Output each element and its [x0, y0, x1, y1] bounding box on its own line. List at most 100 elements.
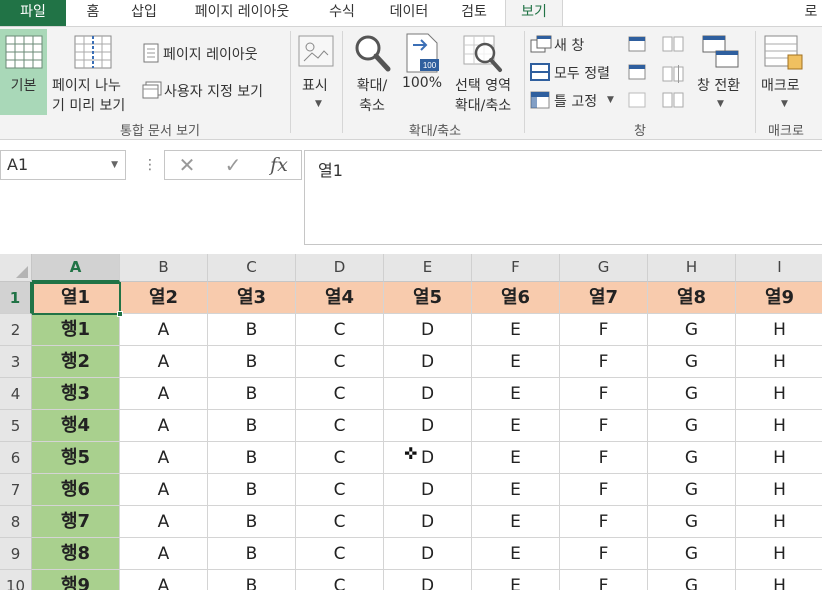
cell-g5[interactable]: F	[560, 410, 648, 442]
cell-a9[interactable]: 행8	[32, 538, 120, 570]
arrange-all-label[interactable]: 모두 정렬	[554, 63, 610, 83]
cell-a3[interactable]: 행2	[32, 346, 120, 378]
cell-g10[interactable]: F	[560, 570, 648, 590]
cell-d5[interactable]: C	[296, 410, 384, 442]
cell-c1[interactable]: 열3	[208, 282, 296, 314]
hide-window-icon[interactable]	[628, 64, 646, 80]
formula-bar-resize-handle-icon[interactable]: ⋮	[143, 154, 157, 176]
tab-insert[interactable]: 삽입	[123, 0, 165, 26]
cell-c5[interactable]: B	[208, 410, 296, 442]
cell-d2[interactable]: C	[296, 314, 384, 346]
column-header-f[interactable]: F	[472, 254, 560, 282]
cell-e1[interactable]: 열5	[384, 282, 472, 314]
cell-h5[interactable]: G	[648, 410, 736, 442]
cell-a1[interactable]: 열1	[32, 282, 120, 314]
enter-check-icon[interactable]: ✓	[215, 151, 251, 179]
tab-file[interactable]: 파일	[0, 0, 66, 26]
cell-i4[interactable]: H	[736, 378, 822, 410]
cell-f3[interactable]: E	[472, 346, 560, 378]
cell-f9[interactable]: E	[472, 538, 560, 570]
cell-e5[interactable]: D	[384, 410, 472, 442]
column-header-c[interactable]: C	[208, 254, 296, 282]
cell-d9[interactable]: C	[296, 538, 384, 570]
cell-b5[interactable]: A	[120, 410, 208, 442]
cell-b3[interactable]: A	[120, 346, 208, 378]
cell-c6[interactable]: B	[208, 442, 296, 474]
arrange-all-icon[interactable]	[530, 63, 550, 81]
freeze-panes-icon[interactable]	[530, 91, 550, 109]
tab-review[interactable]: 검토	[452, 0, 496, 26]
cell-a7[interactable]: 행6	[32, 474, 120, 506]
zoom-100-label[interactable]: 100%	[400, 75, 444, 91]
show-label[interactable]: 표시	[302, 75, 328, 95]
cell-i2[interactable]: H	[736, 314, 822, 346]
cell-e4[interactable]: D	[384, 378, 472, 410]
cell-c9[interactable]: B	[208, 538, 296, 570]
column-header-h[interactable]: H	[648, 254, 736, 282]
cell-h3[interactable]: G	[648, 346, 736, 378]
custom-views-label[interactable]: 사용자 지정 보기	[164, 81, 263, 101]
switch-windows-dropdown-icon[interactable]: ▼	[717, 99, 724, 109]
page-layout-label[interactable]: 페이지 레이아웃	[163, 44, 258, 64]
cell-b10[interactable]: A	[120, 570, 208, 590]
cell-g6[interactable]: F	[560, 442, 648, 474]
macros-icon[interactable]	[764, 35, 804, 71]
cell-b7[interactable]: A	[120, 474, 208, 506]
cell-a8[interactable]: 행7	[32, 506, 120, 538]
cell-c3[interactable]: B	[208, 346, 296, 378]
cell-b6[interactable]: A	[120, 442, 208, 474]
page-break-preview-icon[interactable]	[74, 35, 112, 69]
cell-f7[interactable]: E	[472, 474, 560, 506]
cell-h7[interactable]: G	[648, 474, 736, 506]
cell-h6[interactable]: G	[648, 442, 736, 474]
row-header-2[interactable]: 2	[0, 314, 32, 346]
cell-a10[interactable]: 행9	[32, 570, 120, 590]
cell-b4[interactable]: A	[120, 378, 208, 410]
row-header-4[interactable]: 4	[0, 378, 32, 410]
cell-a4[interactable]: 행3	[32, 378, 120, 410]
cell-b1[interactable]: 열2	[120, 282, 208, 314]
cell-i9[interactable]: H	[736, 538, 822, 570]
split-icon[interactable]	[628, 36, 646, 52]
name-box[interactable]: A1 ▼	[0, 150, 126, 180]
synchronous-scrolling-icon[interactable]	[662, 64, 684, 84]
show-icon[interactable]	[298, 35, 334, 67]
formula-input[interactable]: 열1	[304, 150, 822, 245]
cell-c7[interactable]: B	[208, 474, 296, 506]
cell-h2[interactable]: G	[648, 314, 736, 346]
cell-b8[interactable]: A	[120, 506, 208, 538]
cell-g9[interactable]: F	[560, 538, 648, 570]
show-dropdown-arrow-icon[interactable]: ▼	[315, 99, 322, 109]
custom-views-icon[interactable]	[142, 81, 162, 99]
cell-h8[interactable]: G	[648, 506, 736, 538]
column-header-e[interactable]: E	[384, 254, 472, 282]
cell-i7[interactable]: H	[736, 474, 822, 506]
tab-home[interactable]: 홈	[78, 0, 108, 26]
cell-g8[interactable]: F	[560, 506, 648, 538]
cell-h9[interactable]: G	[648, 538, 736, 570]
tab-formulas[interactable]: 수식	[320, 0, 364, 26]
cancel-icon[interactable]: ✕	[169, 151, 205, 179]
column-header-d[interactable]: D	[296, 254, 384, 282]
cell-d6[interactable]: C	[296, 442, 384, 474]
macros-label[interactable]: 매크로	[761, 75, 800, 95]
name-box-dropdown-icon[interactable]: ▼	[111, 151, 118, 179]
cell-c2[interactable]: B	[208, 314, 296, 346]
cell-e6[interactable]: D	[384, 442, 472, 474]
row-header-1[interactable]: 1	[0, 282, 32, 314]
cell-i1[interactable]: 열9	[736, 282, 822, 314]
tab-view[interactable]: 보기	[505, 0, 563, 27]
cell-f8[interactable]: E	[472, 506, 560, 538]
cell-i5[interactable]: H	[736, 410, 822, 442]
cell-h4[interactable]: G	[648, 378, 736, 410]
cell-f4[interactable]: E	[472, 378, 560, 410]
cell-d4[interactable]: C	[296, 378, 384, 410]
cell-b9[interactable]: A	[120, 538, 208, 570]
cell-i3[interactable]: H	[736, 346, 822, 378]
cell-a5[interactable]: 행4	[32, 410, 120, 442]
cell-g2[interactable]: F	[560, 314, 648, 346]
cell-h1[interactable]: 열8	[648, 282, 736, 314]
column-header-i[interactable]: I	[736, 254, 822, 282]
row-header-8[interactable]: 8	[0, 506, 32, 538]
column-header-b[interactable]: B	[120, 254, 208, 282]
